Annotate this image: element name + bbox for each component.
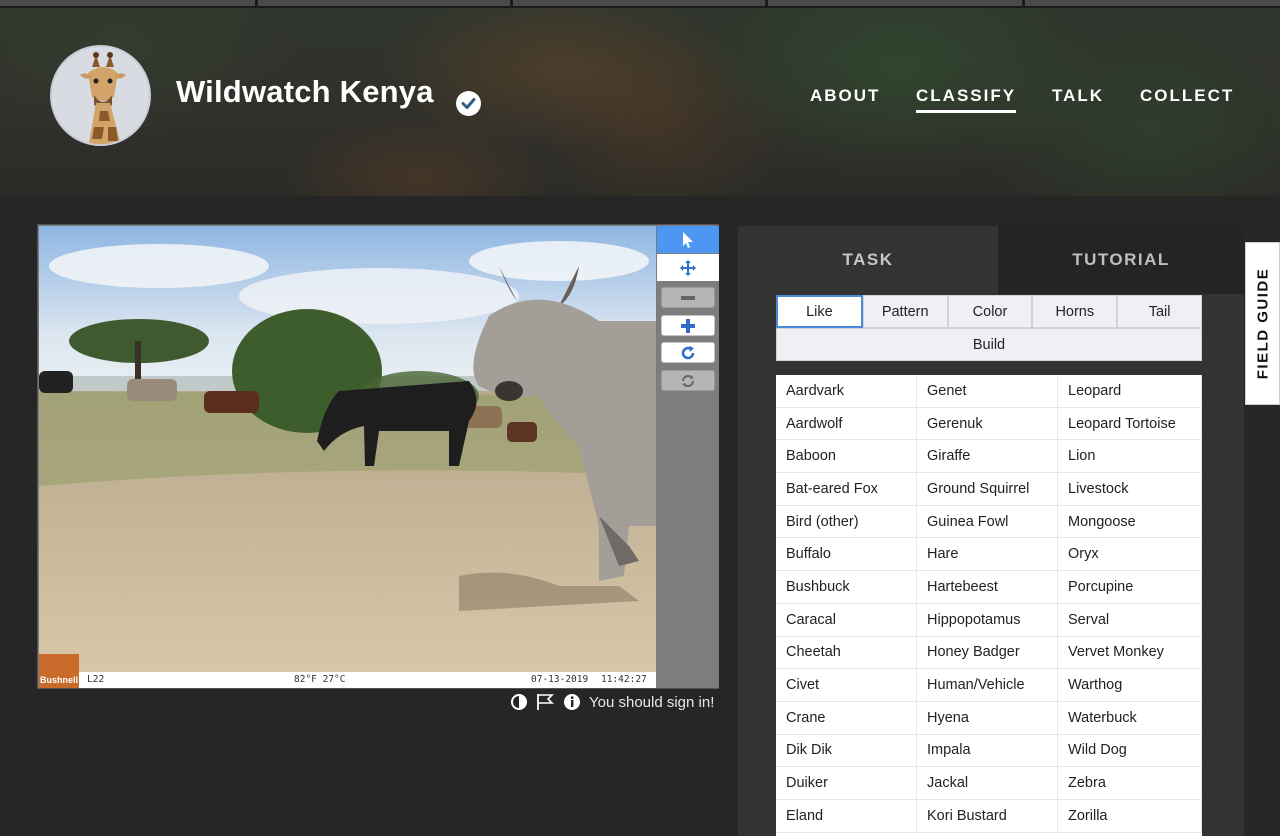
field-guide-button[interactable]: FIELD GUIDE xyxy=(1245,242,1280,405)
filter-pattern[interactable]: Pattern xyxy=(862,295,948,328)
species-choice[interactable]: Dik Dik xyxy=(776,734,917,768)
rotate-icon[interactable] xyxy=(661,342,715,363)
filter-bar: Like Pattern Color Horns Tail xyxy=(776,295,1202,328)
species-choice[interactable]: Bird (other) xyxy=(776,505,917,539)
species-choice[interactable]: Human/Vehicle xyxy=(917,669,1058,702)
species-choice[interactable]: Lion xyxy=(1058,440,1202,474)
species-choice[interactable]: Eland xyxy=(776,799,917,833)
species-choice[interactable]: Warthog xyxy=(1058,669,1202,702)
filter-tail[interactable]: Tail xyxy=(1117,295,1202,328)
species-choice[interactable]: Caracal xyxy=(776,603,917,637)
flag-icon[interactable] xyxy=(535,692,555,712)
invert-icon[interactable] xyxy=(510,692,528,712)
species-choice[interactable]: Hartebeest xyxy=(917,571,1058,604)
nav-talk[interactable]: TALK xyxy=(1052,86,1104,106)
temperature: 82°F 27°C xyxy=(294,674,346,685)
species-choice[interactable]: Genet xyxy=(917,375,1058,408)
species-choice[interactable]: Zebra xyxy=(1058,767,1202,800)
nav-about[interactable]: ABOUT xyxy=(810,86,880,106)
species-choice[interactable]: Aardvark xyxy=(776,375,917,408)
species-choice[interactable]: Honey Badger xyxy=(917,636,1058,670)
filter-build[interactable]: Build xyxy=(776,328,1202,361)
tab-task[interactable]: TASK xyxy=(738,226,998,294)
species-choice-grid: Aardvark Genet Leopard Aardwolf Gerenuk Leopa… xyxy=(776,375,1202,836)
move-icon[interactable] xyxy=(657,254,719,281)
species-choice[interactable]: Cheetah xyxy=(776,636,917,670)
species-choice[interactable]: Leopard Tortoise xyxy=(1058,407,1202,441)
zoom-out-icon[interactable] xyxy=(661,287,715,308)
project-avatar[interactable] xyxy=(50,45,151,146)
pointer-icon[interactable] xyxy=(657,226,719,253)
subject-image[interactable]: L22 82°F 27°C 07-13-2019 11:42:27 Bushne… xyxy=(39,226,656,688)
species-choice[interactable]: Serval xyxy=(1058,603,1202,637)
nav-classify[interactable]: CLASSIFY xyxy=(916,86,1017,113)
image-toolbar xyxy=(657,226,719,688)
species-choice[interactable]: Ground Squirrel xyxy=(917,473,1058,506)
species-choice[interactable]: Waterbuck xyxy=(1058,701,1202,735)
species-choice[interactable]: Bushbuck xyxy=(776,571,917,604)
species-choice[interactable]: Impala xyxy=(917,734,1058,768)
species-choice[interactable]: Aardwolf xyxy=(776,407,917,441)
species-choice[interactable]: Zorilla xyxy=(1058,799,1202,833)
species-choice[interactable]: Duiker xyxy=(776,767,917,800)
species-choice[interactable]: Vervet Monkey xyxy=(1058,636,1202,670)
species-choice[interactable]: Leopard xyxy=(1058,375,1202,408)
species-choice[interactable]: Buffalo xyxy=(776,538,917,572)
reset-icon[interactable] xyxy=(661,370,715,391)
camera-brand-logo: Bushnell xyxy=(39,654,79,688)
species-choice[interactable]: Gerenuk xyxy=(917,407,1058,441)
field-guide-label: FIELD GUIDE xyxy=(1254,267,1272,380)
species-choice[interactable]: Wild Dog xyxy=(1058,734,1202,768)
species-choice[interactable]: Jackal xyxy=(917,767,1058,800)
filter-like[interactable]: Like xyxy=(776,295,863,328)
filter-horns[interactable]: Horns xyxy=(1032,295,1118,328)
species-choice[interactable]: Bat-eared Fox xyxy=(776,473,917,506)
species-choice[interactable]: Mongoose xyxy=(1058,505,1202,539)
subject-viewer: L22 82°F 27°C 07-13-2019 11:42:27 Bushne… xyxy=(37,224,719,689)
camera-id: L22 xyxy=(87,674,105,685)
species-choice[interactable]: Baboon xyxy=(776,440,917,474)
sign-in-notice: You should sign in! xyxy=(589,694,715,711)
species-choice[interactable]: Hare xyxy=(917,538,1058,572)
filter-color[interactable]: Color xyxy=(947,295,1033,328)
nav-collect[interactable]: COLLECT xyxy=(1140,86,1234,106)
species-choice[interactable]: Livestock xyxy=(1058,473,1202,506)
species-choice[interactable]: Porcupine xyxy=(1058,571,1202,604)
species-choice[interactable]: Civet xyxy=(776,669,917,702)
species-choice[interactable]: Hippopotamus xyxy=(917,603,1058,637)
species-choice[interactable]: Giraffe xyxy=(917,440,1058,474)
info-icon[interactable] xyxy=(563,692,581,712)
species-choice[interactable]: Kori Bustard xyxy=(917,799,1058,833)
species-choice[interactable]: Crane xyxy=(776,701,917,735)
zoom-in-icon[interactable] xyxy=(661,315,715,336)
species-choice[interactable]: Hyena xyxy=(917,701,1058,735)
species-choice[interactable]: Oryx xyxy=(1058,538,1202,572)
project-title[interactable]: Wildwatch Kenya xyxy=(176,74,434,110)
tab-tutorial[interactable]: TUTORIAL xyxy=(998,226,1244,294)
species-choice[interactable]: Guinea Fowl xyxy=(917,505,1058,539)
camera-info-bar: L22 82°F 27°C 07-13-2019 11:42:27 xyxy=(39,672,656,688)
verified-badge-icon xyxy=(456,91,481,116)
capture-date: 07-13-2019 xyxy=(531,674,589,685)
capture-time: 11:42:27 xyxy=(601,674,647,685)
task-panel: TASK TUTORIAL Like Pattern Color Horns T… xyxy=(738,226,1244,836)
browser-tab-strip xyxy=(0,0,1280,8)
